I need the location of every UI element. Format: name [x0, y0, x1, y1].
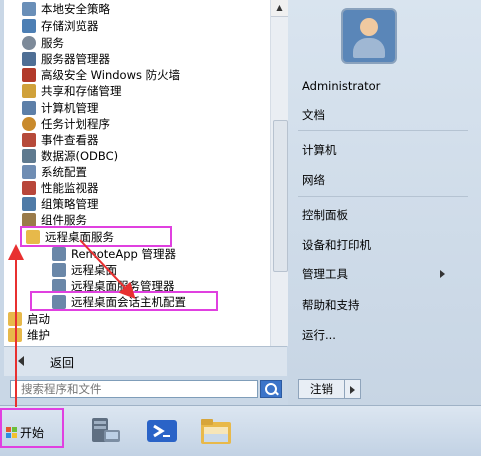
- folder-icon: [8, 312, 22, 326]
- program-item-group-policy[interactable]: 组策略管理: [22, 196, 99, 212]
- program-item-label: 高级安全 Windows 防火墙: [41, 68, 181, 82]
- program-item-label: 数据源(ODBC): [41, 149, 119, 163]
- submenu-arrow-icon: [440, 270, 445, 278]
- program-item-server-manager[interactable]: 服务器管理器: [22, 51, 110, 67]
- back-button[interactable]: 返回: [4, 346, 287, 377]
- scroll-up-arrow-icon[interactable]: ▲: [271, 0, 288, 17]
- network-link[interactable]: 网络: [302, 172, 325, 188]
- program-item-label: 存储浏览器: [41, 19, 99, 33]
- chevron-right-icon: [350, 386, 355, 394]
- program-item-services[interactable]: 服务: [22, 35, 64, 51]
- back-label: 返回: [50, 356, 75, 370]
- program-item-label: 事件查看器: [41, 133, 99, 147]
- program-item-task-scheduler[interactable]: 任务计划程序: [22, 116, 110, 132]
- right-pane: Administrator 文档 计算机 网络 控制面板 设备和打印机 管理工具…: [288, 0, 481, 405]
- program-item-local-security-policy[interactable]: 本地安全策略: [22, 1, 110, 17]
- devices-printers-link[interactable]: 设备和打印机: [302, 237, 371, 253]
- program-folder-maintenance[interactable]: 维护: [8, 327, 50, 343]
- program-item-remote-desktop[interactable]: 远程桌面: [52, 262, 117, 278]
- component-icon: [22, 213, 36, 227]
- share-icon: [22, 84, 36, 98]
- user-name-link[interactable]: Administrator: [302, 79, 380, 93]
- event-viewer-icon: [22, 133, 36, 147]
- start-menu: 本地安全策略 存储浏览器 服务 服务器管理器 高级安全 Windows 防火墙 …: [0, 0, 481, 405]
- program-item-system-config[interactable]: 系统配置: [22, 164, 87, 180]
- program-item-odbc[interactable]: 数据源(ODBC): [22, 148, 118, 164]
- search-row: [4, 376, 287, 404]
- program-item-label: 远程桌面: [71, 263, 117, 277]
- divider: [298, 130, 468, 131]
- server-icon: [22, 52, 36, 66]
- highlight-remote-desktop-services: [20, 226, 172, 247]
- program-item-label: 系统配置: [41, 165, 87, 179]
- documents-link[interactable]: 文档: [302, 107, 325, 123]
- program-item-label: 计算机管理: [41, 101, 99, 115]
- firewall-icon: [22, 68, 36, 82]
- search-input[interactable]: [10, 380, 258, 398]
- help-support-link[interactable]: 帮助和支持: [302, 297, 360, 313]
- computer-link[interactable]: 计算机: [302, 142, 337, 158]
- clock-icon: [22, 117, 36, 131]
- back-arrow-icon: [18, 356, 24, 366]
- admin-tools-link[interactable]: 管理工具: [302, 266, 348, 282]
- program-item-label: 组策略管理: [41, 197, 99, 211]
- program-item-storage-explorer[interactable]: 存储浏览器: [22, 18, 99, 34]
- program-item-label: 服务器管理器: [41, 52, 110, 66]
- remoteapp-icon: [52, 247, 66, 261]
- program-item-label: 启动: [27, 312, 50, 326]
- system-config-icon: [22, 165, 36, 179]
- program-item-label: 共享和存储管理: [41, 84, 122, 98]
- group-policy-icon: [22, 197, 36, 211]
- program-item-label: 任务计划程序: [41, 117, 110, 131]
- control-panel-link[interactable]: 控制面板: [302, 207, 348, 223]
- program-item-label: 服务: [41, 36, 64, 50]
- program-item-computer-management[interactable]: 计算机管理: [22, 100, 99, 116]
- search-button[interactable]: [260, 380, 282, 398]
- server-manager-taskbar-icon[interactable]: [88, 414, 124, 448]
- database-icon: [22, 149, 36, 163]
- powershell-taskbar-icon[interactable]: [144, 414, 180, 448]
- gear-icon: [22, 36, 36, 50]
- logoff-button[interactable]: 注销: [298, 379, 345, 399]
- run-link[interactable]: 运行...: [302, 327, 336, 343]
- highlight-start-button: [0, 408, 64, 448]
- scroll-thumb[interactable]: [273, 120, 288, 272]
- computer-icon: [22, 101, 36, 115]
- program-item-label: 维护: [27, 328, 50, 342]
- monitor-icon: [22, 181, 36, 195]
- program-item-remoteapp-manager[interactable]: RemoteApp 管理器: [52, 246, 176, 262]
- storage-icon: [22, 19, 36, 33]
- shutdown-options-button[interactable]: [345, 379, 361, 399]
- highlight-session-host-config: [30, 291, 218, 311]
- program-item-label: RemoteApp 管理器: [71, 247, 176, 261]
- program-item-label: 性能监视器: [41, 181, 99, 195]
- explorer-taskbar-icon[interactable]: [198, 414, 234, 448]
- program-item-event-viewer[interactable]: 事件查看器: [22, 132, 99, 148]
- program-list-scrollbar[interactable]: ▲: [270, 0, 288, 346]
- divider: [298, 196, 468, 197]
- taskbar: 开始: [0, 405, 481, 456]
- program-folder-startup[interactable]: 启动: [8, 311, 50, 327]
- user-avatar[interactable]: [341, 8, 397, 64]
- program-item-firewall[interactable]: 高级安全 Windows 防火墙: [22, 67, 180, 83]
- program-item-label: 本地安全策略: [41, 2, 110, 16]
- security-policy-icon: [22, 2, 36, 16]
- program-item-share-storage[interactable]: 共享和存储管理: [22, 83, 122, 99]
- program-item-performance-monitor[interactable]: 性能监视器: [22, 180, 99, 196]
- folder-icon: [8, 328, 22, 342]
- remote-desktop-icon: [52, 263, 66, 277]
